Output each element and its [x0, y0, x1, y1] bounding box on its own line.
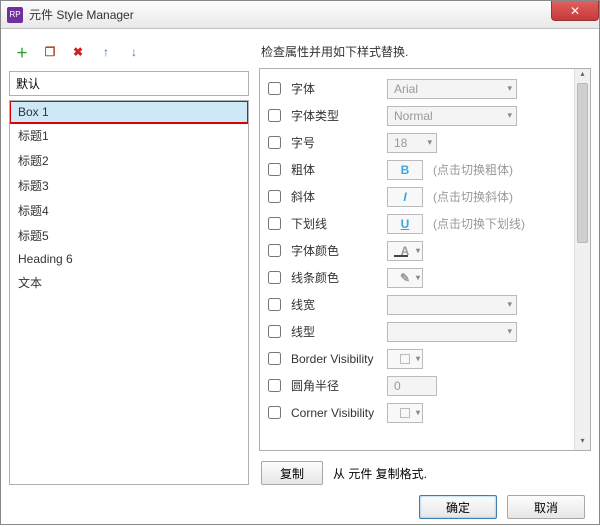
checkbox-line-color[interactable] [268, 271, 281, 284]
dropdown-font-size[interactable]: 18▾ [387, 133, 437, 153]
checkbox-corner-visibility[interactable] [268, 406, 281, 419]
label-font-color: 字体颜色 [291, 242, 383, 259]
style-list-item[interactable]: 标题5 [10, 223, 248, 248]
label-line-color: 线条颜色 [291, 269, 383, 286]
checkbox-corner-radius[interactable] [268, 379, 281, 392]
style-list-item[interactable]: Heading 6 [10, 248, 248, 270]
picker-border-visibility[interactable]: ▾ [387, 349, 423, 369]
close-button[interactable]: ✕ [551, 1, 599, 21]
dropdown-font[interactable]: Arial▾ [387, 79, 517, 99]
chevron-down-icon: ▾ [416, 408, 420, 417]
scrollbar[interactable]: ▴ ▾ [574, 69, 590, 450]
cancel-button[interactable]: 取消 [507, 495, 585, 519]
scrollbar-thumb[interactable] [577, 83, 588, 243]
ok-button[interactable]: 确定 [419, 495, 497, 519]
checkbox-bold[interactable] [268, 163, 281, 176]
label-underline: 下划线 [291, 215, 383, 232]
style-list-item[interactable]: Box 1 [10, 101, 248, 123]
chevron-down-icon: ▾ [416, 246, 420, 255]
input-corner-radius[interactable]: 0 [387, 376, 437, 396]
hint-underline: (点击切换下划线) [433, 215, 525, 232]
properties-header: 检查属性并用如下样式替换. [259, 39, 591, 68]
picker-corner-visibility[interactable]: ▾ [387, 403, 423, 423]
toggle-italic[interactable]: I [387, 187, 423, 207]
pencil-icon: ✎ [400, 271, 410, 285]
scroll-up-icon[interactable]: ▴ [575, 69, 590, 83]
label-font-style: 字体类型 [291, 107, 383, 124]
square-icon [400, 354, 410, 364]
copy-hint: 从 元件 复制格式. [333, 465, 427, 482]
copy-button[interactable]: 复制 [261, 461, 323, 485]
properties-panel: 字体 Arial▾ 字体类型 Normal▾ 字号 18▾ 粗体 B (点击切换… [259, 68, 591, 451]
checkbox-underline[interactable] [268, 217, 281, 230]
label-line-style: 线型 [291, 323, 383, 340]
picker-line-color[interactable]: ✎▾ [387, 268, 423, 288]
style-list-item[interactable]: 标题3 [10, 173, 248, 198]
toggle-bold[interactable]: B [387, 160, 423, 180]
checkbox-italic[interactable] [268, 190, 281, 203]
label-corner-visibility: Corner Visibility [291, 406, 383, 420]
style-list-item[interactable]: 标题2 [10, 148, 248, 173]
style-toolbar: ＋ ❐ ✖ ↑ ↓ [9, 39, 249, 65]
chevron-down-icon: ▾ [416, 273, 420, 282]
window-title: 元件 Style Manager [29, 6, 134, 23]
style-list-item[interactable]: 文本 [10, 270, 248, 295]
app-icon: RP [7, 7, 23, 23]
chevron-down-icon: ▾ [507, 299, 512, 310]
checkbox-font[interactable] [268, 82, 281, 95]
dropdown-font-style[interactable]: Normal▾ [387, 106, 517, 126]
checkbox-font-style[interactable] [268, 109, 281, 122]
chevron-down-icon: ▾ [507, 326, 512, 337]
move-up-icon[interactable]: ↑ [99, 45, 113, 59]
label-italic: 斜体 [291, 188, 383, 205]
add-icon[interactable]: ＋ [15, 45, 29, 59]
chevron-down-icon: ▾ [416, 354, 420, 363]
chevron-down-icon: ▾ [507, 83, 512, 94]
checkbox-font-color[interactable] [268, 244, 281, 257]
checkbox-line-width[interactable] [268, 298, 281, 311]
style-list-item[interactable]: 标题1 [10, 123, 248, 148]
checkbox-line-style[interactable] [268, 325, 281, 338]
label-corner-radius: 圆角半径 [291, 377, 383, 394]
label-font: 字体 [291, 80, 383, 97]
chevron-down-icon: ▾ [507, 110, 512, 121]
copy-icon[interactable]: ❐ [43, 45, 57, 59]
style-list-item[interactable]: 标题4 [10, 198, 248, 223]
close-icon: ✕ [570, 4, 580, 18]
toggle-underline[interactable]: U [387, 214, 423, 234]
label-border-visibility: Border Visibility [291, 352, 383, 366]
dropdown-line-style[interactable]: ▾ [387, 322, 517, 342]
label-bold: 粗体 [291, 161, 383, 178]
scroll-down-icon[interactable]: ▾ [575, 436, 590, 450]
filter-input[interactable]: 默认 [9, 71, 249, 96]
hint-italic: (点击切换斜体) [433, 188, 513, 205]
dropdown-line-width[interactable]: ▾ [387, 295, 517, 315]
hint-bold: (点击切换粗体) [433, 161, 513, 178]
checkbox-border-visibility[interactable] [268, 352, 281, 365]
label-line-width: 线宽 [291, 296, 383, 313]
picker-font-color[interactable]: A▾ [387, 241, 423, 261]
style-list[interactable]: Box 1标题1标题2标题3标题4标题5Heading 6文本 [9, 100, 249, 485]
label-font-size: 字号 [291, 134, 383, 151]
move-down-icon[interactable]: ↓ [127, 45, 141, 59]
delete-icon[interactable]: ✖ [71, 45, 85, 59]
checkbox-font-size[interactable] [268, 136, 281, 149]
square-icon [400, 408, 410, 418]
chevron-down-icon: ▾ [427, 137, 432, 148]
